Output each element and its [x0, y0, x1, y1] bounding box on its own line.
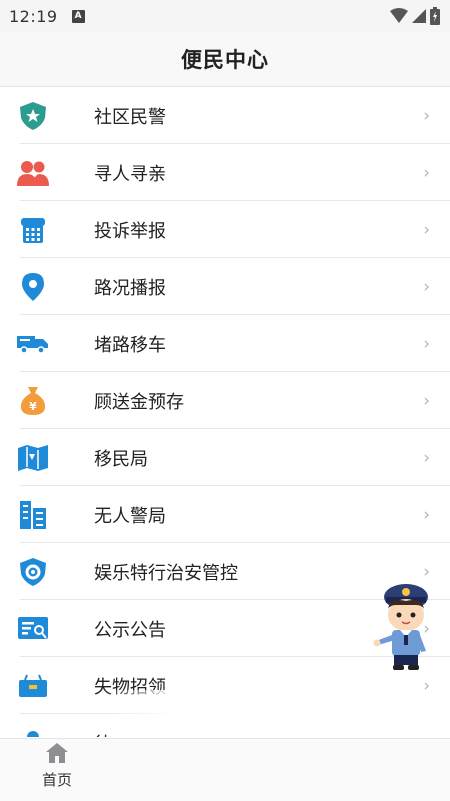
svg-text:¥: ¥ [29, 400, 37, 413]
status-time: 12:19 [9, 6, 58, 26]
menu-item-complaint-report[interactable]: 投诉举报 › [0, 201, 450, 258]
menu-item-label: 待 [94, 730, 112, 738]
chevron-right-icon: › [423, 733, 430, 738]
menu-item-label: 寻人寻亲 [94, 163, 166, 185]
menu-item-immigration[interactable]: 移民局 › [0, 429, 450, 486]
police-mascot[interactable] [372, 575, 440, 673]
tab-home[interactable]: 首页 [36, 743, 78, 790]
notification-icon: A [71, 9, 85, 23]
chevron-right-icon: › [423, 219, 430, 240]
chevron-right-icon: › [423, 390, 430, 411]
home-icon [46, 743, 68, 763]
menu-item-label: 路况播报 [94, 277, 166, 299]
menu-item-partial[interactable]: 待 › [0, 714, 450, 737]
signal-icon [412, 9, 426, 23]
tab-home-label: 首页 [41, 771, 72, 789]
header: 便民中心 [0, 32, 450, 87]
person-icon [17, 727, 49, 737]
chevron-right-icon: › [423, 675, 430, 696]
chevron-right-icon: › [423, 105, 430, 126]
box-icon [17, 670, 49, 702]
menu-item-label: 无人警局 [94, 505, 166, 527]
building-icon [17, 499, 49, 531]
menu-item-label: 娱乐特行治安管控 [94, 562, 238, 584]
status-indicators [390, 7, 440, 25]
chevron-right-icon: › [423, 447, 430, 468]
money-bag-icon: ¥ [17, 385, 49, 417]
police-shield-icon [17, 100, 49, 132]
menu-item-community-police[interactable]: 社区民警 › [0, 87, 450, 144]
map-icon [17, 442, 49, 474]
chevron-right-icon: › [423, 333, 430, 354]
menu-item-label: 移民局 [94, 448, 148, 470]
chevron-right-icon: › [423, 504, 430, 525]
menu-item-find-people[interactable]: 寻人寻亲 › [0, 144, 450, 201]
battery-icon [430, 7, 440, 25]
menu-item-label: 公示公告 [94, 619, 166, 641]
menu-item-traffic-report[interactable]: 路况播报 › [0, 258, 450, 315]
id-card-icon [17, 613, 49, 645]
truck-icon [17, 328, 49, 360]
menu-item-label: 社区民警 [94, 106, 166, 128]
chevron-right-icon: › [423, 162, 430, 183]
menu-item-deposit[interactable]: ¥ 顾送金预存 › [0, 372, 450, 429]
chevron-right-icon: › [423, 276, 430, 297]
gear-shield-icon [17, 556, 49, 588]
location-pin-icon [17, 271, 49, 303]
menu-item-move-car[interactable]: 堵路移车 › [0, 315, 450, 372]
wifi-icon [390, 8, 408, 23]
phone-icon [17, 214, 49, 246]
people-icon [17, 157, 49, 189]
page-title: 便民中心 [181, 48, 269, 72]
menu-item-unmanned-police[interactable]: 无人警局 › [0, 486, 450, 543]
status-bar: 12:19 A [0, 0, 450, 32]
menu-item-label: 堵路移车 [94, 334, 166, 356]
menu-item-label: 投诉举报 [94, 220, 166, 242]
tab-bar: 首页 [0, 738, 450, 801]
menu-item-label: 失物招领 [94, 676, 166, 698]
menu-item-label: 顾送金预存 [94, 391, 184, 413]
